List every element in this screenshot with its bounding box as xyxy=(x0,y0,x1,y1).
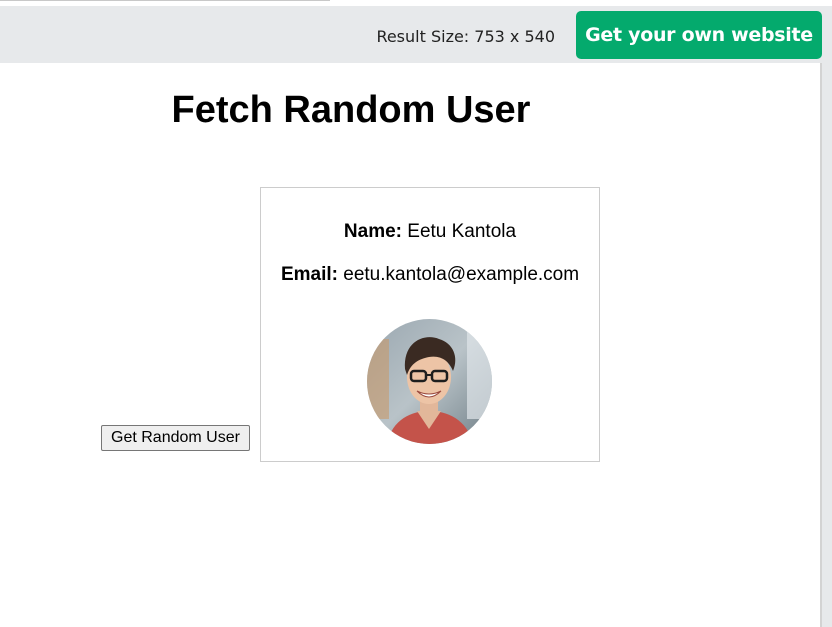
user-card: Name: Eetu Kantola Email: eetu.kantola@e… xyxy=(260,187,600,462)
tab-underline xyxy=(0,0,330,1)
user-avatar xyxy=(367,319,492,444)
user-email-value: eetu.kantola@example.com xyxy=(343,264,580,285)
user-name-value: Eetu Kantola xyxy=(407,221,517,242)
user-name-line: Name: Eetu Kantola xyxy=(261,221,599,243)
name-label: Name: xyxy=(343,221,402,242)
get-your-own-website-button[interactable]: Get your own website xyxy=(576,11,822,59)
frame-scroll-gutter xyxy=(822,63,832,627)
user-email-line: Email: eetu.kantola@example.com xyxy=(261,264,599,286)
result-size-label: Result Size: 753 x 540 xyxy=(376,27,555,46)
result-toolbar: Result Size: 753 x 540 Get your own webs… xyxy=(0,6,832,63)
user-photo-avatar-icon xyxy=(367,319,492,444)
page-title: Fetch Random User xyxy=(171,89,531,131)
email-label: Email: xyxy=(280,264,338,285)
get-random-user-button[interactable]: Get Random User xyxy=(101,425,250,451)
